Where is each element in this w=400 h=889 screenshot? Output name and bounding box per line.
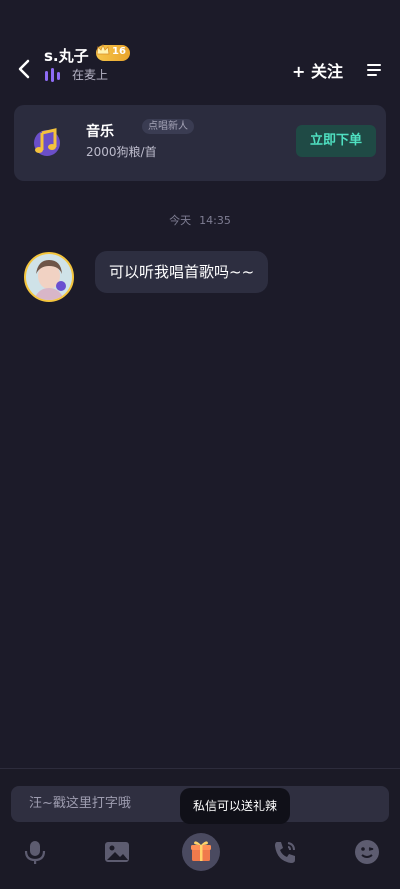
image-icon[interactable] bbox=[103, 838, 131, 866]
gift-icon bbox=[191, 841, 211, 861]
phone-call-icon[interactable] bbox=[271, 838, 299, 866]
timestamp-day: 今天 bbox=[169, 214, 192, 227]
gift-tooltip: 私信可以送礼辣 bbox=[180, 788, 290, 824]
service-card[interactable]: 音乐 点唱新人 2000狗粮/首 立即下单 bbox=[14, 105, 386, 181]
gift-button[interactable] bbox=[182, 833, 220, 871]
emoji-icon[interactable] bbox=[353, 838, 381, 866]
timestamp-time: 14:35 bbox=[199, 214, 231, 227]
level-number: 16 bbox=[112, 46, 126, 57]
back-icon[interactable] bbox=[14, 58, 36, 80]
music-note-icon bbox=[34, 128, 60, 156]
microphone-icon[interactable] bbox=[21, 838, 49, 866]
message-bubble[interactable]: 可以听我唱首歌吗~~ bbox=[95, 251, 269, 293]
service-title: 音乐 bbox=[86, 124, 114, 140]
service-tag: 点唱新人 bbox=[142, 119, 194, 134]
menu-icon[interactable] bbox=[366, 62, 382, 78]
level-badge: 16 bbox=[96, 43, 130, 61]
service-price: 2000狗粮/首 bbox=[86, 145, 157, 159]
user-name[interactable]: s.丸子 bbox=[44, 45, 89, 66]
crown-icon bbox=[96, 43, 110, 55]
chat-header: s.丸子 16 在麦上 + 关注 bbox=[0, 36, 400, 96]
follow-button[interactable]: + 关注 bbox=[292, 58, 343, 82]
avatar-image bbox=[26, 254, 72, 300]
user-status: 在麦上 bbox=[72, 68, 109, 82]
order-now-button[interactable]: 立即下单 bbox=[296, 125, 376, 157]
message-timestamp: 今天 14:35 bbox=[0, 212, 400, 228]
avatar[interactable] bbox=[24, 252, 74, 302]
audio-wave-icon bbox=[45, 68, 60, 82]
